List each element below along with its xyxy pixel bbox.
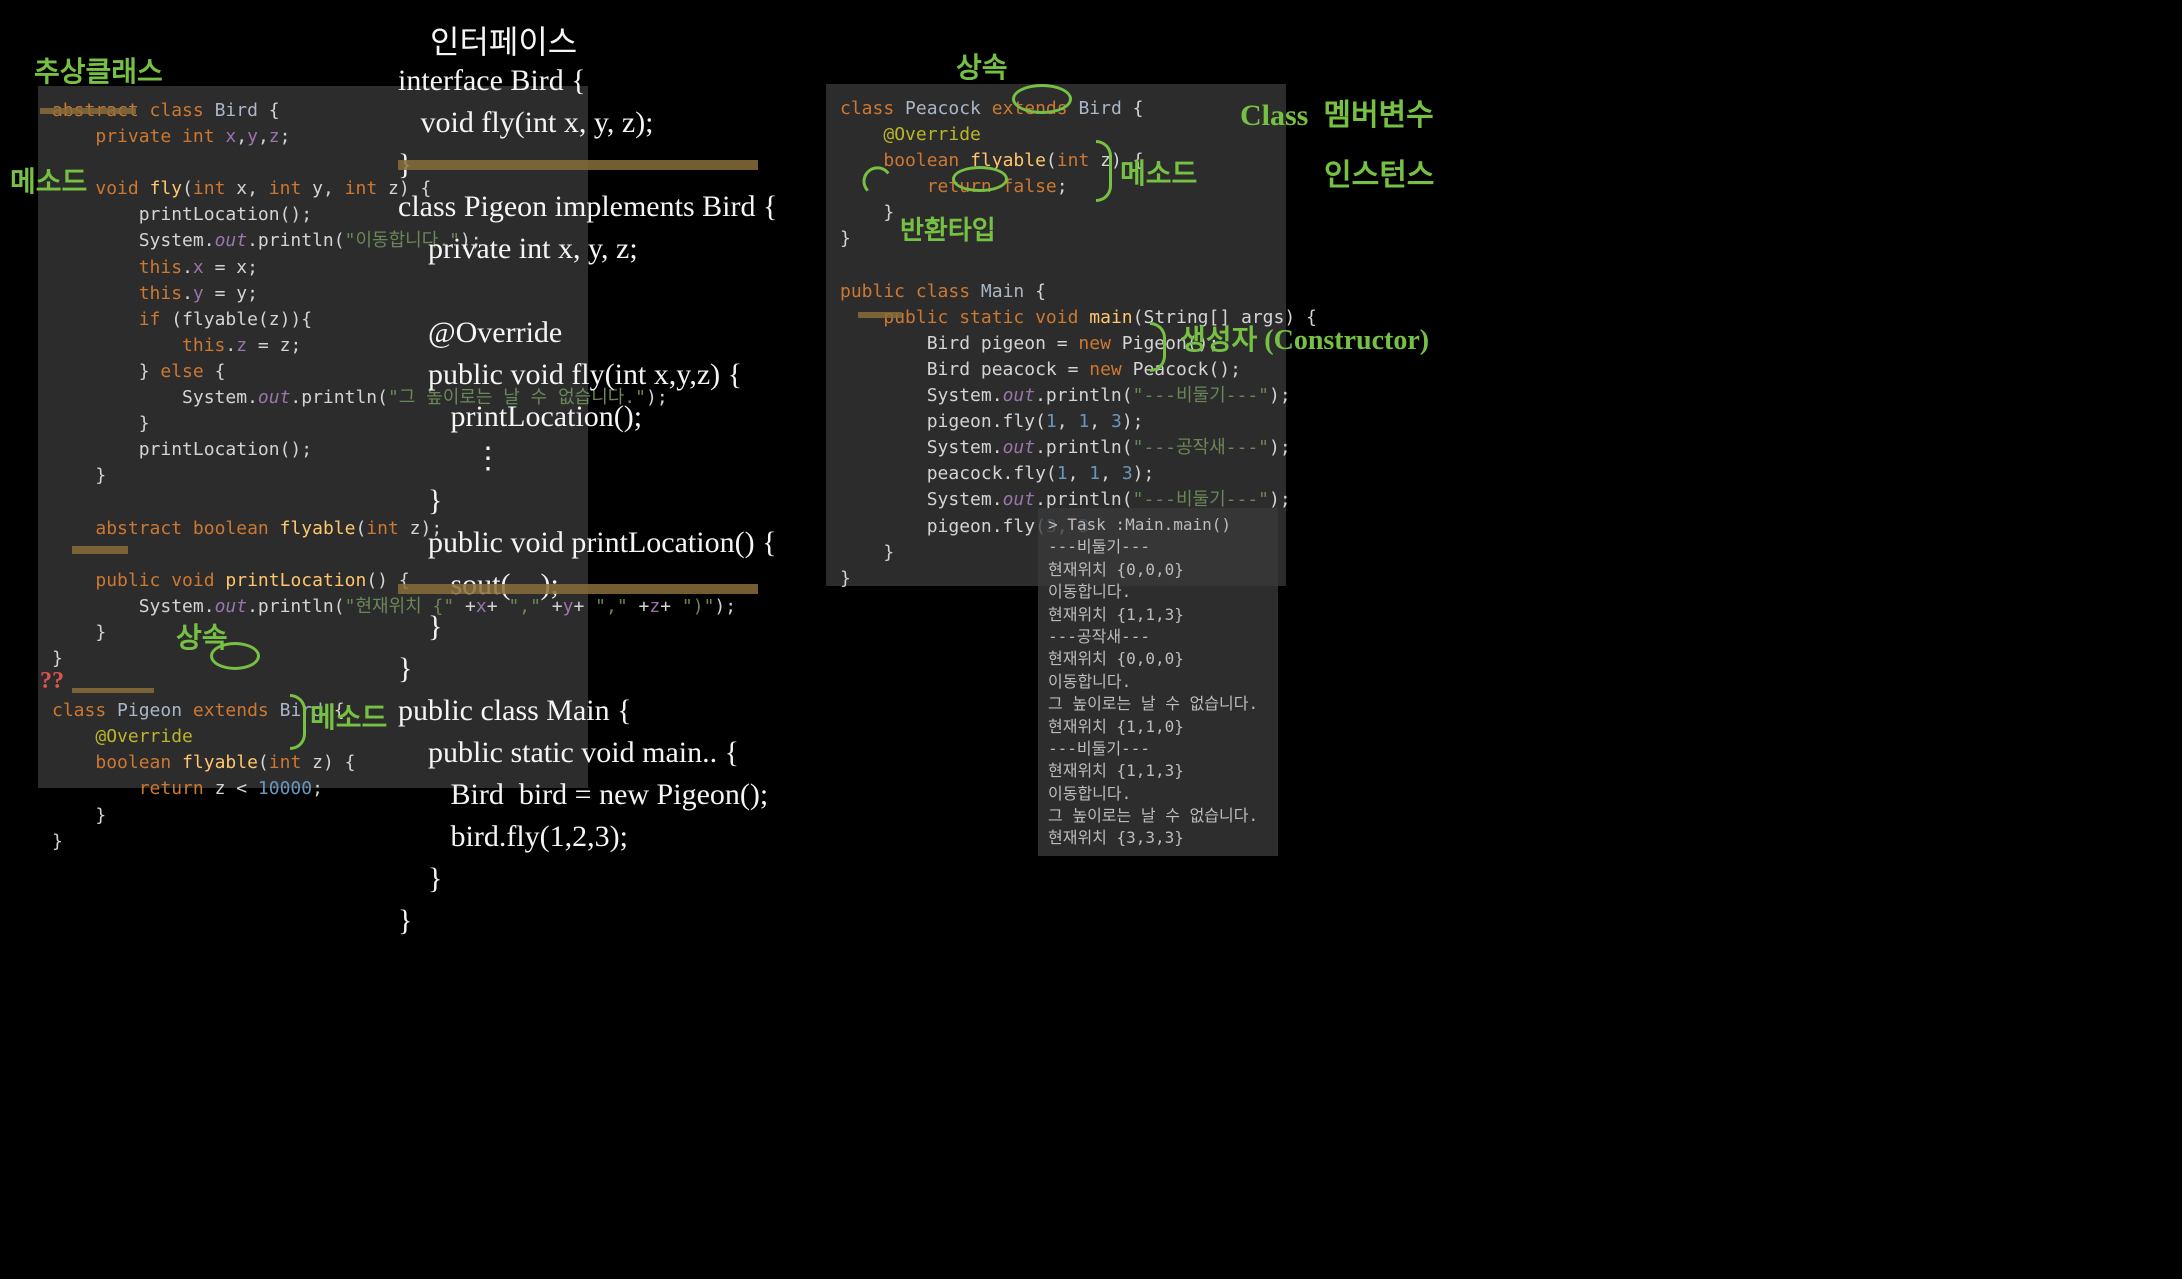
annot-qmark: ?? xyxy=(40,668,64,695)
brace-method-right xyxy=(1096,140,1112,202)
underline-override xyxy=(72,688,154,693)
underline-abstract xyxy=(40,108,136,114)
annot-method-right: 메소드 xyxy=(1120,152,1197,192)
annot-inherit-right: 상속 xyxy=(956,46,1008,86)
handwriting-interface-title: 인터페이스 xyxy=(430,20,577,65)
circle-false xyxy=(952,166,1008,192)
annot-class-member: Class 멤버변수 xyxy=(1240,90,1434,134)
output-panel[interactable]: > Task :Main.main() ---비둘기--- 현재위치 {0,0,… xyxy=(1038,508,1278,856)
circle-bird-right xyxy=(1012,84,1072,114)
underline-public-right xyxy=(858,312,902,318)
annot-method-left: 메소드 xyxy=(10,160,87,200)
annot-constructor: 생성자 (Constructor) xyxy=(1180,318,1429,358)
annot-instance: 인스턴스 xyxy=(1324,150,1434,194)
underline-public xyxy=(72,546,128,554)
circle-bird-left xyxy=(210,642,260,670)
handwriting-interface-code: interface Bird { void fly(int x, y, z); … xyxy=(398,60,777,942)
annot-method-left2: 메소드 xyxy=(310,696,387,736)
underline-hand-1 xyxy=(398,160,758,170)
brace-method-left xyxy=(290,694,306,750)
annot-return-type: 반환타입 xyxy=(900,210,996,247)
annot-abstract-class: 추상클래스 xyxy=(34,50,163,90)
underline-hand-2 xyxy=(398,584,758,594)
